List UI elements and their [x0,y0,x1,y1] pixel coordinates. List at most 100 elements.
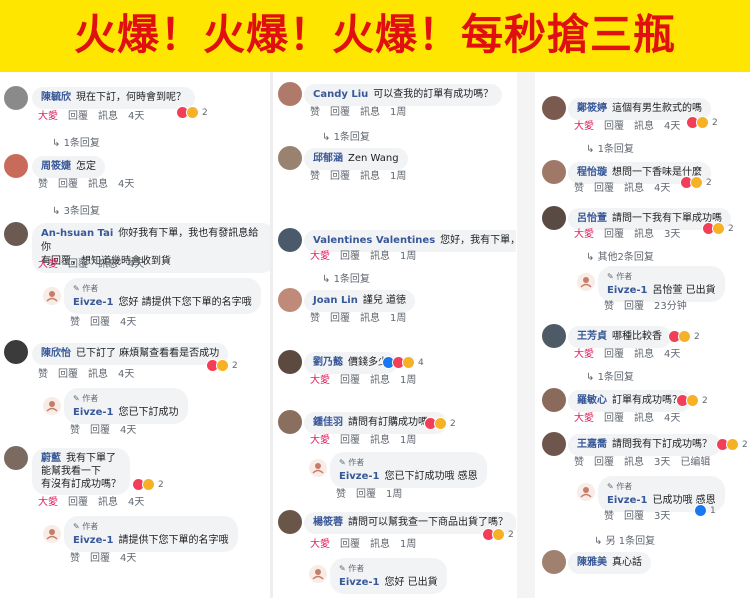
reaction-summary[interactable]: 2 [482,528,514,541]
avatar[interactable] [542,432,566,456]
comment-author[interactable]: Candy Liu [313,89,368,100]
comment-author[interactable]: Eivze-1 [73,407,114,418]
like-button[interactable]: 赞 [574,457,584,468]
reply-button[interactable]: 回覆 [594,183,614,194]
love-button[interactable]: 大愛 [310,539,330,550]
avatar[interactable] [542,96,566,120]
message-button[interactable]: 訊息 [98,497,118,508]
like-button[interactable]: 赞 [38,369,48,380]
reaction-summary[interactable]: 2 [676,394,708,407]
page-logo-icon[interactable] [576,482,596,502]
comment-author[interactable]: 王嘉喬 [577,439,607,450]
avatar[interactable] [4,222,28,246]
reaction-summary[interactable]: 2 [668,330,700,343]
message-button[interactable]: 訊息 [634,229,654,240]
avatar[interactable] [542,324,566,348]
message-button[interactable]: 訊息 [370,435,390,446]
comment-author[interactable]: 邱郁涵 [313,153,343,164]
like-button[interactable]: 赞 [70,553,80,564]
page-logo-icon[interactable] [42,286,62,306]
love-button[interactable]: 大愛 [38,497,58,508]
reply-button[interactable]: 回覆 [90,553,110,564]
message-button[interactable]: 訊息 [98,259,118,270]
reply-button[interactable]: 回覆 [624,511,644,522]
comment-author[interactable]: 鍾佳羽 [313,417,343,428]
love-button[interactable]: 大愛 [310,251,330,262]
love-button[interactable]: 大愛 [574,413,594,424]
reaction-summary[interactable]: 2 [680,176,712,189]
comment-author[interactable]: Eivze-1 [607,495,648,506]
page-logo-icon[interactable] [42,396,62,416]
avatar[interactable] [278,82,302,106]
view-replies-link[interactable]: ↳ 1条回复 [322,270,370,285]
view-replies-link[interactable]: ↳ 另 1条回复 [594,532,655,547]
reply-button[interactable]: 回覆 [604,121,624,132]
avatar[interactable] [542,160,566,184]
like-button[interactable]: 赞 [38,179,48,190]
like-button[interactable]: 赞 [70,425,80,436]
reply-button[interactable]: 回覆 [340,375,360,386]
avatar[interactable] [542,550,566,574]
message-button[interactable]: 訊息 [88,179,108,190]
love-button[interactable]: 大愛 [574,229,594,240]
like-button[interactable]: 赞 [604,511,614,522]
avatar[interactable] [278,350,302,374]
love-button[interactable]: 大愛 [38,259,58,270]
comment-author[interactable]: 劉乃懿 [313,357,343,368]
reply-button[interactable]: 回覆 [58,179,78,190]
comment-author[interactable]: 陳毓欣 [41,92,71,103]
reply-button[interactable]: 回覆 [604,229,624,240]
reply-button[interactable]: 回覆 [594,457,614,468]
comment-author[interactable]: An-hsuan Tai [41,228,113,239]
view-replies-link[interactable]: ↳ 1条回复 [586,140,634,155]
comment-author[interactable]: 程怡璇 [577,167,607,178]
like-button[interactable]: 赞 [310,171,320,182]
message-button[interactable]: 訊息 [88,369,108,380]
reply-button[interactable]: 回覆 [68,259,88,270]
comment-author[interactable]: 鄭筱婷 [577,103,607,114]
reaction-summary[interactable]: 2 [132,478,164,491]
like-button[interactable]: 赞 [310,313,320,324]
message-button[interactable]: 訊息 [98,111,118,122]
comment-author[interactable]: 蔚藍 [41,453,61,464]
avatar[interactable] [278,410,302,434]
reaction-summary[interactable]: 2 [686,116,718,129]
like-button[interactable]: 赞 [336,489,346,500]
reaction-summary[interactable]: 4 [382,356,424,369]
like-button[interactable]: 赞 [310,107,320,118]
message-button[interactable]: 訊息 [634,349,654,360]
reaction-summary[interactable]: 2 [424,417,456,430]
love-button[interactable]: 大愛 [310,375,330,386]
comment-author[interactable]: 陳欣怡 [41,348,71,359]
message-button[interactable]: 訊息 [370,251,390,262]
view-replies-link[interactable]: ↳ 1条回复 [586,368,634,383]
reply-button[interactable]: 回覆 [330,107,350,118]
message-button[interactable]: 訊息 [370,539,390,550]
reply-button[interactable]: 回覆 [356,489,376,500]
comment-author[interactable]: 楊筱蓉 [313,517,343,528]
like-button[interactable]: 赞 [604,301,614,312]
reply-button[interactable]: 回覆 [340,251,360,262]
reply-button[interactable]: 回覆 [58,369,78,380]
reply-button[interactable]: 回覆 [68,497,88,508]
comment-author[interactable]: 羅敏心 [577,395,607,406]
love-button[interactable]: 大愛 [310,435,330,446]
love-button[interactable]: 大愛 [574,121,594,132]
comment-author[interactable]: 陳雅美 [577,557,607,568]
comment-author[interactable]: Eivze-1 [73,535,114,546]
like-button[interactable]: 赞 [70,317,80,328]
avatar[interactable] [278,146,302,170]
avatar[interactable] [4,446,28,470]
comment-author[interactable]: Eivze-1 [339,471,380,482]
message-button[interactable]: 訊息 [634,413,654,424]
reply-button[interactable]: 回覆 [330,313,350,324]
edited-label[interactable]: 已编辑 [680,457,710,468]
page-logo-icon[interactable] [42,524,62,544]
view-replies-link[interactable]: ↳ 3条回复 [52,202,100,217]
avatar[interactable] [278,288,302,312]
avatar[interactable] [4,154,28,178]
reply-button[interactable]: 回覆 [624,301,644,312]
reaction-summary[interactable]: 1 [694,504,716,517]
message-button[interactable]: 訊息 [360,171,380,182]
reply-button[interactable]: 回覆 [340,435,360,446]
